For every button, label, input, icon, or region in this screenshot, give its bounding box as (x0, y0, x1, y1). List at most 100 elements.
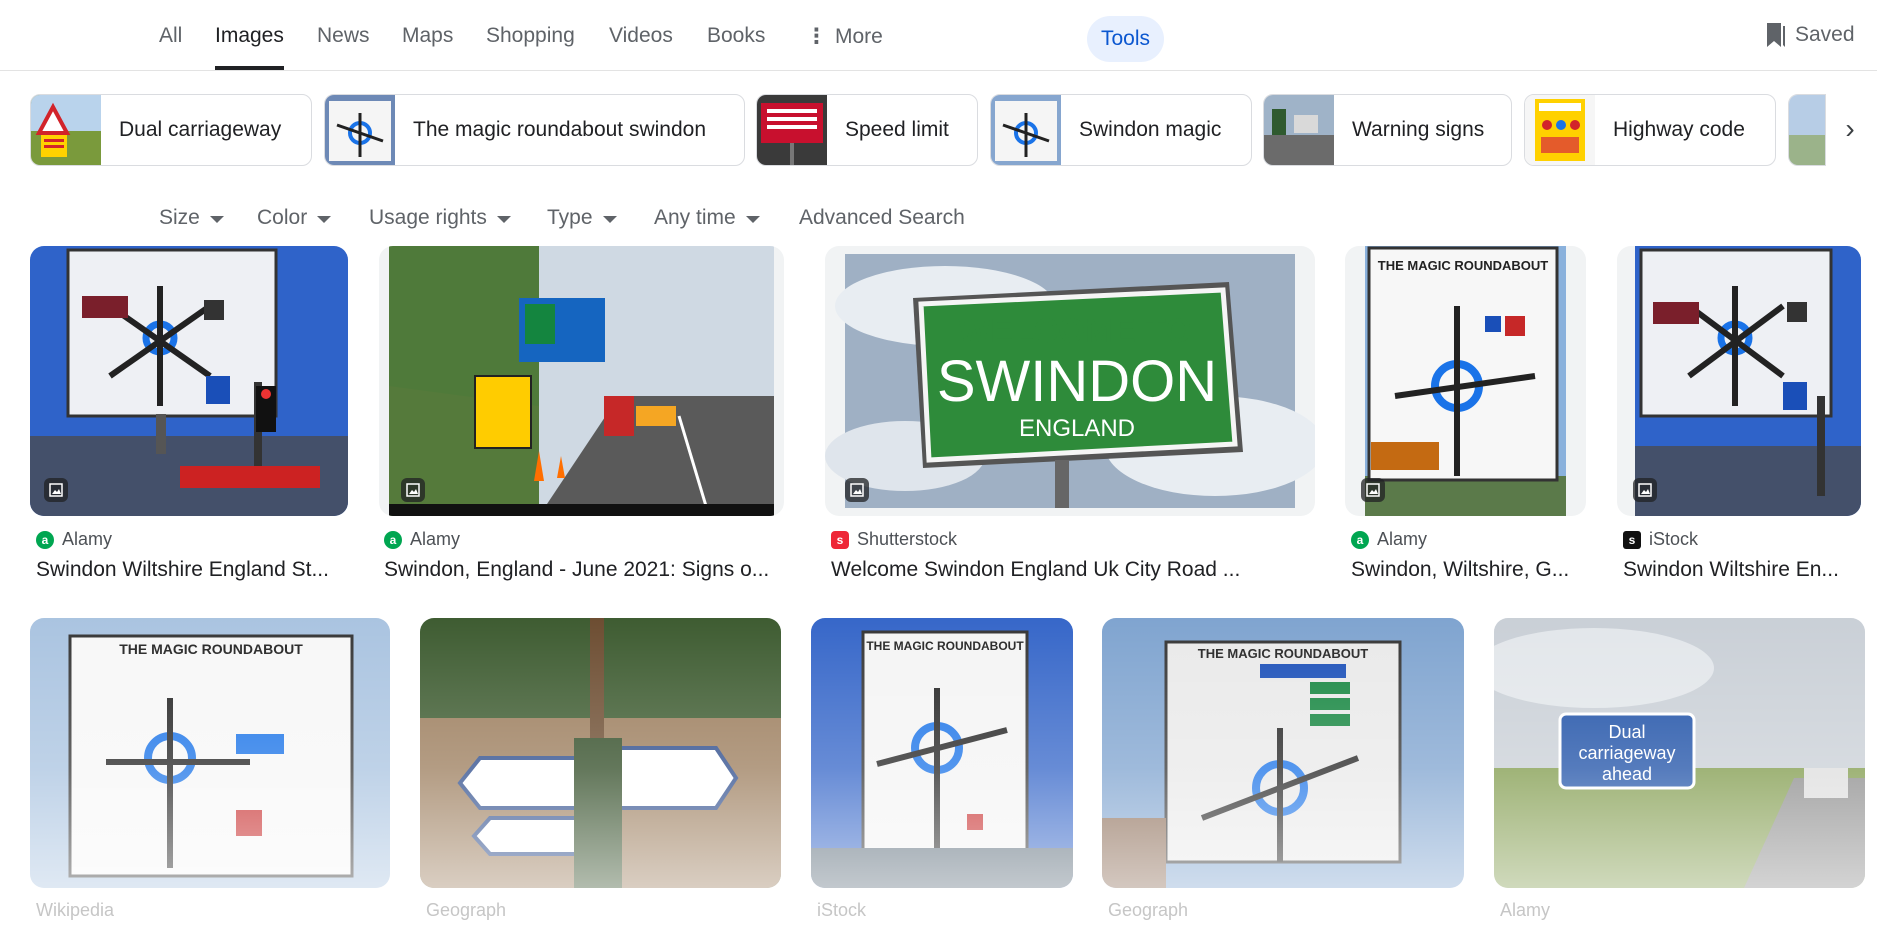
tab-all[interactable]: All (159, 24, 182, 70)
filter-color[interactable]: Color (257, 206, 332, 230)
tab-shopping[interactable]: Shopping (486, 24, 575, 70)
chip-label: The magic roundabout swindon (413, 118, 707, 141)
caret-down-icon (602, 215, 617, 223)
source-name: Alamy (62, 529, 113, 549)
result-image[interactable]: THE MAGIC ROUNDABOUT (30, 618, 390, 888)
magic-roundabout-text: THE MAGIC ROUNDABOUT (1198, 646, 1368, 661)
result-image[interactable]: THE MAGIC ROUNDABOUT (811, 618, 1073, 888)
dual-line1-text: Dual (1608, 722, 1645, 742)
chip-label: Speed limit (845, 118, 949, 141)
result-source[interactable]: Geograph (426, 900, 506, 921)
image-result[interactable]: THE MAGIC ROUNDABOUT (1345, 246, 1586, 516)
chip-speed-limit[interactable]: Speed limit (756, 94, 978, 166)
partial-thumb-icon (1789, 95, 1825, 165)
red-sign-thumb-icon (757, 95, 827, 165)
magic-roundabout-sign-image: THE MAGIC ROUNDABOUT (30, 618, 390, 888)
result-title[interactable]: Swindon, Wiltshire, G... (1351, 558, 1586, 582)
chip-label: Swindon magic (1079, 118, 1222, 141)
image-result[interactable] (379, 246, 784, 516)
saved-label: Saved (1795, 23, 1855, 46)
magic-roundabout-sign-image: THE MAGIC ROUNDABOUT (1102, 618, 1464, 888)
chip-warning-signs[interactable]: Warning signs (1263, 94, 1512, 166)
result-source[interactable]: iStock (817, 900, 866, 921)
result-source[interactable]: a Alamy (384, 529, 460, 550)
filter-any-time[interactable]: Any time (654, 206, 760, 230)
result-source[interactable]: s iStock (1623, 529, 1698, 550)
result-image[interactable]: THE MAGIC ROUNDABOUT (1102, 618, 1464, 888)
magic-roundabout-sign-image: THE MAGIC ROUNDABOUT (811, 618, 1073, 888)
result-image[interactable] (30, 246, 348, 516)
tab-more-label: More (835, 25, 883, 48)
caret-down-icon (496, 215, 511, 223)
tab-maps[interactable]: Maps (402, 24, 453, 70)
search-tabs: All Images News Maps Shopping Videos Boo… (0, 0, 1877, 71)
caret-down-icon (209, 215, 224, 223)
tools-button[interactable]: Tools (1087, 16, 1164, 62)
result-title[interactable]: Swindon, England - June 2021: Signs o... (384, 558, 786, 582)
source-name: Wikipedia (36, 900, 115, 920)
result-source[interactable]: Alamy (1500, 900, 1550, 921)
result-image[interactable] (379, 246, 784, 516)
image-result[interactable] (30, 246, 348, 516)
fingerpost-signs-image (420, 618, 781, 888)
image-result[interactable]: THE MAGIC ROUNDABOUT (30, 618, 390, 888)
filter-usage-rights[interactable]: Usage rights (369, 206, 511, 230)
tab-videos[interactable]: Videos (609, 24, 673, 70)
magic-roundabout-sign-image: THE MAGIC ROUNDABOUT (1365, 246, 1566, 516)
result-image[interactable] (420, 618, 781, 888)
magic-roundabout-text: THE MAGIC ROUNDABOUT (1378, 258, 1548, 273)
roundabout-sign-thumb-icon (991, 95, 1061, 165)
result-title[interactable]: Welcome Swindon England Uk City Road ... (831, 558, 1315, 582)
result-image[interactable] (1617, 246, 1861, 516)
source-name: Alamy (1377, 529, 1428, 549)
image-result[interactable]: THE MAGIC ROUNDABOUT (811, 618, 1073, 888)
tab-books[interactable]: Books (707, 24, 765, 70)
tab-images[interactable]: Images (215, 24, 284, 70)
chip-label: Dual carriageway (119, 118, 282, 141)
filter-type[interactable]: Type (547, 206, 617, 230)
istock-favicon-icon: s (1623, 530, 1641, 549)
result-source[interactable]: a Alamy (36, 529, 112, 550)
chevron-right-icon[interactable]: › (1832, 111, 1868, 147)
chip-label: Warning signs (1352, 118, 1485, 141)
swindon-text: SWINDON (937, 349, 1217, 414)
chip-highway-code[interactable]: Highway code (1524, 94, 1776, 166)
chip-swindon-magic[interactable]: Swindon magic (990, 94, 1252, 166)
more-vert-icon: ⋮ (806, 25, 827, 48)
tab-news[interactable]: News (317, 24, 370, 70)
magic-roundabout-text: THE MAGIC ROUNDABOUT (866, 639, 1024, 653)
advanced-search-link[interactable]: Advanced Search (799, 206, 965, 230)
welcome-to-text: WELCOME TO (958, 312, 1192, 350)
bookmark-icon (1767, 23, 1785, 47)
source-name: Geograph (1108, 900, 1189, 920)
image-badge-icon (44, 478, 68, 502)
result-source[interactable]: s Shutterstock (831, 529, 957, 550)
chip-magic-roundabout[interactable]: The magic roundabout swindon (324, 94, 745, 166)
saved-button[interactable]: Saved (1765, 22, 1855, 48)
image-result[interactable] (420, 618, 781, 888)
alamy-favicon-icon: a (384, 530, 402, 549)
filter-label: Advanced Search (799, 206, 965, 229)
result-title[interactable]: Swindon Wiltshire England St... (36, 558, 348, 582)
chip-partial[interactable] (1788, 94, 1826, 166)
image-result[interactable]: THE MAGIC ROUNDABOUT (1102, 618, 1464, 888)
result-source[interactable]: Geograph (1108, 900, 1188, 921)
source-name: Shutterstock (857, 529, 958, 549)
tab-more[interactable]: ⋮ More (806, 24, 883, 70)
result-source[interactable]: Wikipedia (36, 900, 114, 921)
filter-size[interactable]: Size (159, 206, 224, 230)
chip-dual-carriageway[interactable]: Dual carriageway (30, 94, 312, 166)
result-source[interactable]: a Alamy (1351, 529, 1427, 550)
caret-down-icon (745, 215, 760, 223)
result-title[interactable]: Swindon Wiltshire En... (1623, 558, 1863, 582)
result-image[interactable]: WELCOME TO SWINDON ENGLAND (825, 246, 1315, 516)
result-image[interactable]: THE MAGIC ROUNDABOUT (1345, 246, 1586, 516)
image-badge-icon (845, 478, 869, 502)
source-name: iStock (817, 900, 867, 920)
road-thumb-icon (1264, 95, 1334, 165)
image-result[interactable]: WELCOME TO SWINDON ENGLAND (825, 246, 1315, 516)
result-image[interactable]: Dual carriageway ahead (1494, 618, 1865, 888)
image-result[interactable]: Dual carriageway ahead (1494, 618, 1865, 888)
image-result[interactable] (1617, 246, 1861, 516)
warning-sign-thumb-icon (31, 95, 101, 165)
